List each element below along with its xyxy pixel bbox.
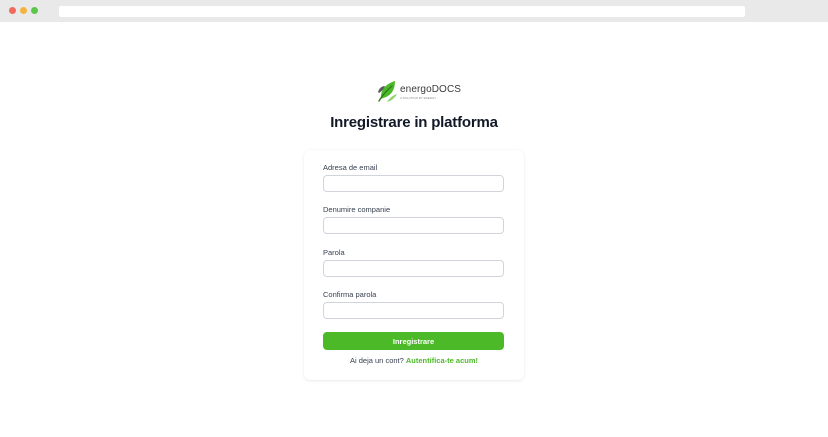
maximize-window-icon[interactable]: [31, 7, 38, 14]
browser-chrome: [0, 0, 828, 22]
email-input[interactable]: [323, 175, 504, 192]
register-form-card: Adresa de email Denumire companie Parola…: [304, 150, 524, 380]
password-label: Parola: [323, 248, 345, 257]
signin-link[interactable]: Autentifica-te acum!: [406, 356, 478, 365]
password-input[interactable]: [323, 260, 504, 277]
address-bar[interactable]: [59, 6, 745, 17]
browser-window: energoDOCS A SOLUTION BY ENERGY Inregist…: [0, 0, 828, 437]
brand-name: energoDOCS: [400, 84, 462, 95]
page-title: Inregistrare in platforma: [330, 114, 498, 131]
close-window-icon[interactable]: [9, 7, 16, 14]
email-label: Adresa de email: [323, 163, 378, 172]
page-content: energoDOCS A SOLUTION BY ENERGY Inregist…: [0, 22, 828, 437]
confirm-password-input[interactable]: [323, 302, 504, 319]
brand-logo: energoDOCS A SOLUTION BY ENERGY: [378, 79, 462, 105]
company-input[interactable]: [323, 217, 504, 234]
minimize-window-icon[interactable]: [20, 7, 27, 14]
leaf-logo-icon: [378, 81, 397, 102]
signin-prompt-text: Ai deja un cont?: [350, 356, 404, 365]
company-label: Denumire companie: [323, 205, 391, 214]
confirm-password-label: Confirma parola: [323, 290, 377, 299]
signin-prompt-line: Ai deja un cont? Autentifica-te acum!: [304, 356, 524, 365]
register-button[interactable]: Inregistrare: [323, 332, 504, 350]
brand-tagline: A SOLUTION BY ENERGY: [400, 96, 437, 100]
